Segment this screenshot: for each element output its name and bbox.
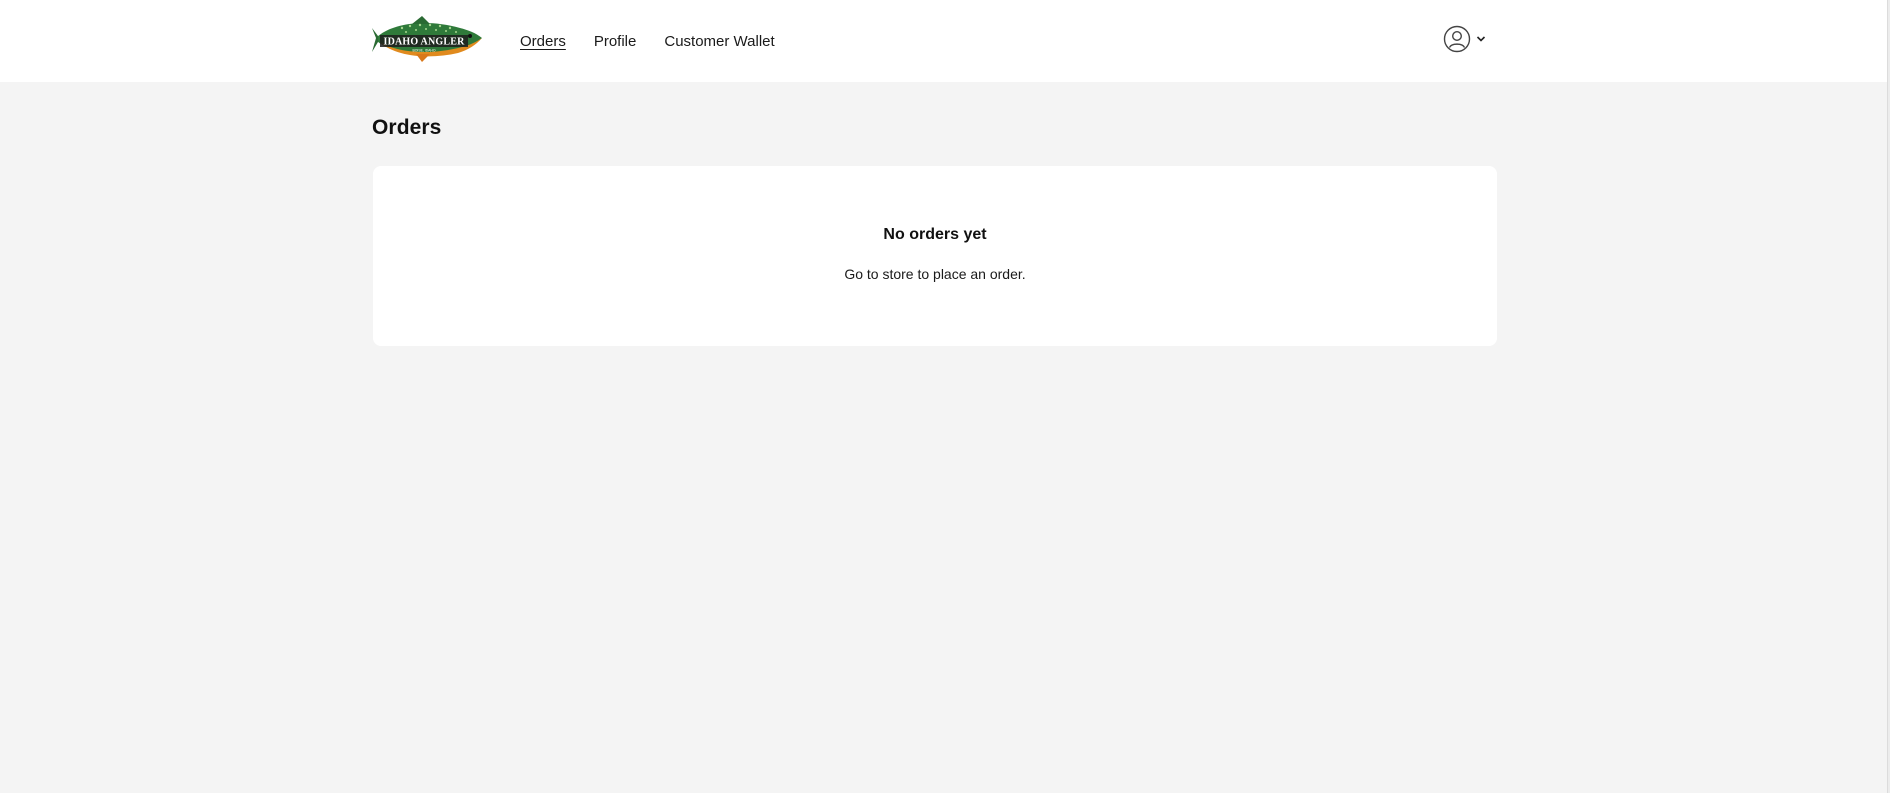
store-logo[interactable]: IDAHO ANGLER BOISE, IDAHO [372, 16, 484, 62]
app-frame: IDAHO ANGLER BOISE, IDAHO Orders Profile… [0, 0, 1890, 793]
empty-state-message: Go to store to place an order. [844, 266, 1026, 282]
header-container: IDAHO ANGLER BOISE, IDAHO Orders Profile… [372, 0, 1498, 82]
top-header: IDAHO ANGLER BOISE, IDAHO Orders Profile… [0, 0, 1887, 82]
account-menu-button[interactable] [1443, 24, 1486, 54]
main-content: Orders No orders yet Go to store to plac… [372, 82, 1498, 346]
empty-state-title: No orders yet [883, 226, 987, 243]
chevron-down-icon [1476, 36, 1486, 42]
orders-empty-state: No orders yet Go to store to place an or… [373, 166, 1497, 346]
main-nav: Orders Profile Customer Wallet [520, 0, 775, 82]
nav-orders[interactable]: Orders [520, 33, 566, 50]
nav-profile[interactable]: Profile [594, 33, 637, 50]
user-circle-icon [1443, 25, 1471, 53]
logo-text: IDAHO ANGLER [383, 37, 465, 48]
trout-logo-icon: IDAHO ANGLER BOISE, IDAHO [372, 16, 482, 62]
page-title: Orders [372, 116, 442, 139]
logo-subtext: BOISE, IDAHO [413, 49, 436, 53]
nav-customer-wallet[interactable]: Customer Wallet [664, 33, 774, 50]
